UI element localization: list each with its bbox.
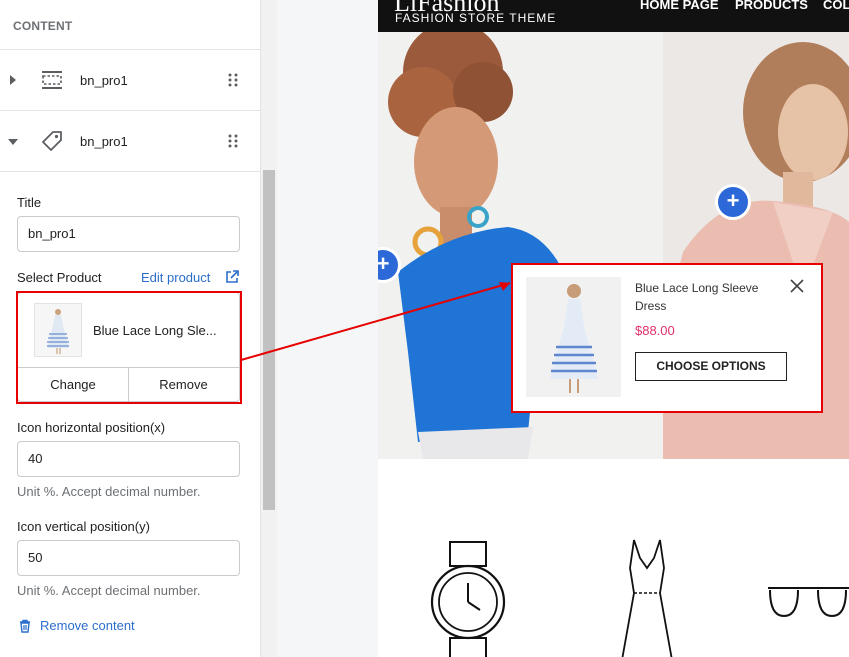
trash-icon[interactable] [18,619,32,633]
nav-collections[interactable]: COL [823,0,849,12]
sunglasses-icon[interactable] [766,578,849,622]
tag-icon [42,131,62,151]
section-icon [42,71,62,89]
block-row-expanded[interactable]: bn_pro1 [0,111,261,172]
y-position-label: Icon vertical position(y) [17,519,150,534]
sidebar-scrollbar-thumb[interactable] [263,170,275,510]
store-header: LiFashion FASHION STORE THEME HOME PAGE … [378,0,849,32]
external-link-icon[interactable] [225,270,239,284]
block-label: bn_pro1 [80,73,128,88]
section-title: CONTENT [13,19,73,33]
x-position-input[interactable]: 40 [17,441,240,477]
dress-icon[interactable] [618,538,676,657]
title-label: Title [17,195,42,210]
theme-editor: CONTENT bn_pro1 bn_pro1 Title bn_pro1 Se… [0,0,849,657]
content-section-header: CONTENT [0,0,261,50]
nav-products[interactable]: PRODUCTS [735,0,808,12]
highlight-box-product [16,291,242,404]
x-position-label: Icon horizontal position(x) [17,420,166,435]
select-product-label: Select Product [17,270,102,285]
caret-right-icon[interactable] [8,74,18,86]
edit-product-link[interactable]: Edit product [141,270,210,285]
y-position-help: Unit %. Accept decimal number. [17,583,201,598]
highlight-box-popup [511,263,823,413]
store-logo-subtitle: FASHION STORE THEME [395,11,557,25]
x-position-help: Unit %. Accept decimal number. [17,484,201,499]
watch-icon[interactable] [430,540,506,657]
remove-content-link[interactable]: Remove content [40,618,135,633]
nav-home[interactable]: HOME PAGE [640,0,719,12]
drag-handle-icon[interactable] [228,72,238,88]
hotspot-2-button[interactable]: + [715,184,751,220]
y-position-input[interactable]: 50 [17,540,240,576]
block-row-collapsed[interactable]: bn_pro1 [0,50,261,111]
block-label: bn_pro1 [80,134,128,149]
title-input[interactable]: bn_pro1 [17,216,240,252]
drag-handle-icon[interactable] [228,133,238,149]
caret-down-icon[interactable] [7,137,19,147]
